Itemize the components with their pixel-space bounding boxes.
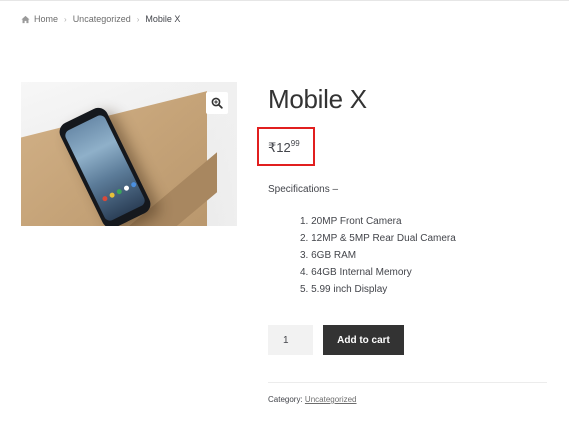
specifications-list: 1. 20MP Front Camera 2. 12MP & 5MP Rear …: [300, 216, 456, 301]
category-label: Category:: [268, 395, 303, 404]
divider: [268, 382, 547, 383]
magnify-plus-icon: [211, 97, 223, 109]
list-item: 5. 5.99 inch Display: [300, 284, 388, 295]
home-icon: [21, 15, 30, 23]
breadcrumb-category-link[interactable]: Uncategorized: [73, 14, 131, 24]
product-title: Mobile X: [268, 84, 367, 114]
list-item: 3. 6GB RAM: [300, 250, 357, 261]
price-fraction: 99: [290, 139, 300, 148]
product-image[interactable]: [21, 82, 237, 226]
breadcrumb-current: Mobile X: [145, 14, 181, 24]
breadcrumb-home-link[interactable]: Home: [34, 14, 58, 24]
breadcrumb-separator: ›: [64, 14, 67, 24]
list-item: 1. 20MP Front Camera: [300, 216, 402, 227]
breadcrumb: Home › Uncategorized › Mobile X: [21, 14, 180, 24]
product-meta: Category: Uncategorized: [268, 395, 357, 404]
list-item: 4. 64GB Internal Memory: [300, 267, 412, 278]
zoom-button[interactable]: [206, 92, 228, 114]
category-link[interactable]: Uncategorized: [305, 395, 357, 404]
list-item: 2. 12MP & 5MP Rear Dual Camera: [300, 233, 456, 244]
specifications-heading: Specifications –: [268, 184, 339, 195]
breadcrumb-separator: ›: [136, 14, 140, 24]
product-price: ₹1299: [268, 139, 300, 156]
quantity-input[interactable]: [268, 325, 313, 355]
top-divider: [0, 0, 569, 1]
add-to-cart-button[interactable]: Add to cart: [323, 325, 404, 355]
price-whole: 12: [276, 140, 291, 155]
